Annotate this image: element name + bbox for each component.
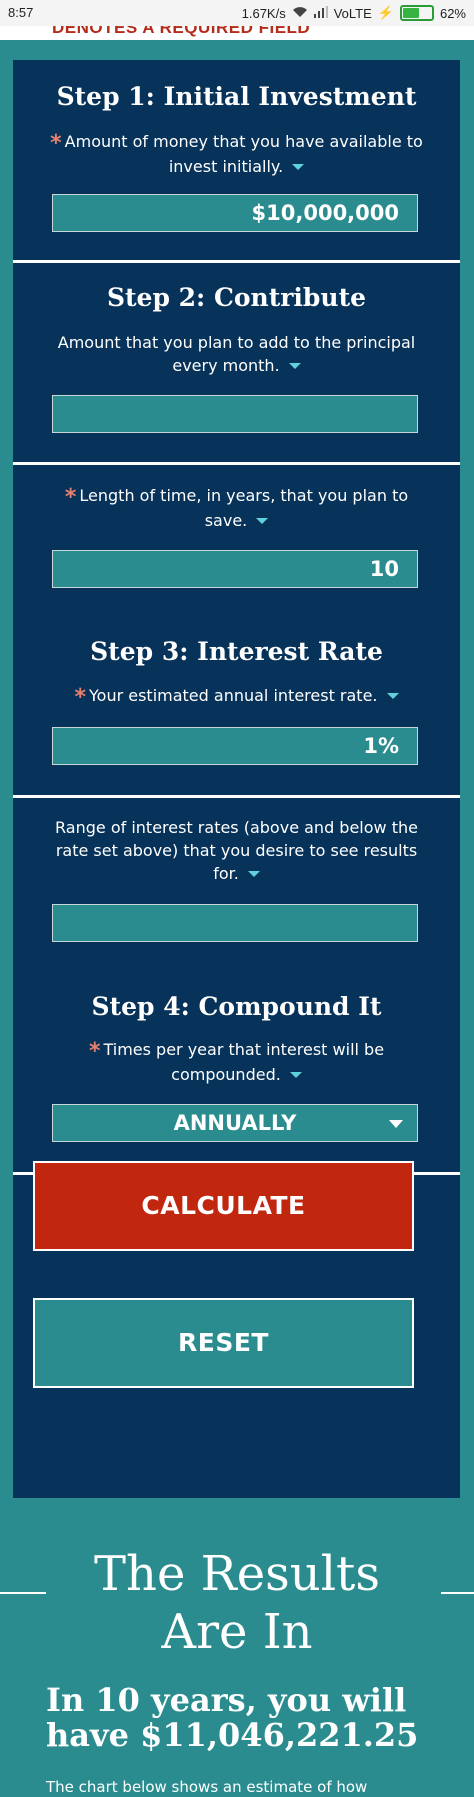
monthly-contribution-label: Amount that you plan to add to the princ… [57, 333, 416, 375]
info-caret-icon[interactable] [256, 518, 269, 524]
divider [13, 260, 460, 263]
info-caret-icon[interactable] [386, 693, 399, 699]
required-note: DENOTES A REQUIRED FIELD [52, 26, 311, 37]
chart-intro-text: The chart below shows an estimate of how [46, 1778, 368, 1796]
calculate-button[interactable]: CALCULATE [33, 1161, 414, 1251]
interest-rate-input[interactable]: 1% [52, 727, 418, 765]
network-type: VoLTE [333, 5, 372, 21]
battery-percent: 62% [439, 5, 466, 21]
initial-investment-label: * Amount of money that you have available… [50, 131, 423, 176]
status-bar: 8:57 1.67K/s VoLTE ⚡ 62% [0, 0, 474, 26]
step3-heading: Step 3: Interest Rate [90, 637, 383, 666]
dropdown-arrow-icon [389, 1120, 403, 1128]
divider [13, 462, 460, 465]
battery-level [402, 8, 419, 18]
monthly-contribution-input[interactable] [52, 395, 418, 433]
charging-icon: ⚡ [377, 5, 394, 20]
network-speed: 1.67K/s [241, 5, 286, 21]
battery-icon [399, 5, 434, 21]
info-caret-icon[interactable] [288, 363, 301, 369]
results-title: The Results Are In [94, 1546, 380, 1660]
initial-investment-input[interactable]: $10,000,000 [52, 194, 418, 232]
years-label: * Length of time, in years, that you plan… [64, 485, 409, 530]
info-caret-icon[interactable] [247, 871, 260, 877]
step4-heading: Step 4: Compound It [91, 992, 382, 1021]
future-value: $11,046,221.25 [140, 1716, 419, 1754]
rate-range-input[interactable] [52, 904, 418, 942]
required-asterisk: * [50, 131, 62, 156]
wifi-icon [292, 6, 308, 21]
status-right: 1.67K/s VoLTE ⚡ 62% [242, 5, 466, 21]
compound-frequency-select[interactable]: ANNUALLY [52, 1104, 418, 1142]
info-caret-icon[interactable] [292, 164, 305, 170]
results-summary: In 10 years, you will have $11,046,221.2… [46, 1681, 419, 1754]
signal-icon [313, 5, 328, 21]
required-asterisk: * [88, 1039, 101, 1064]
info-caret-icon[interactable] [289, 1072, 302, 1078]
divider [13, 795, 460, 798]
step2-heading: Step 2: Contribute [106, 283, 367, 312]
reset-button[interactable]: RESET [33, 1298, 414, 1388]
years-input[interactable]: 10 [52, 550, 418, 588]
required-asterisk: * [64, 485, 77, 510]
required-asterisk: * [74, 685, 86, 710]
rate-range-label: Range of interest rates (above and below… [55, 818, 418, 883]
compound-frequency-value: ANNUALLY [173, 1111, 297, 1135]
interest-rate-label: * Your estimated annual interest rate. [43, 684, 430, 709]
required-note-bar: DENOTES A REQUIRED FIELD [0, 26, 474, 40]
calculator-form: Step 1: Initial Investment * Amount of mo… [13, 60, 460, 1498]
compound-frequency-label: * Times per year that interest will be co… [88, 1039, 385, 1084]
status-time: 8:57 [8, 5, 34, 20]
step1-heading: Step 1: Initial Investment [56, 82, 417, 111]
